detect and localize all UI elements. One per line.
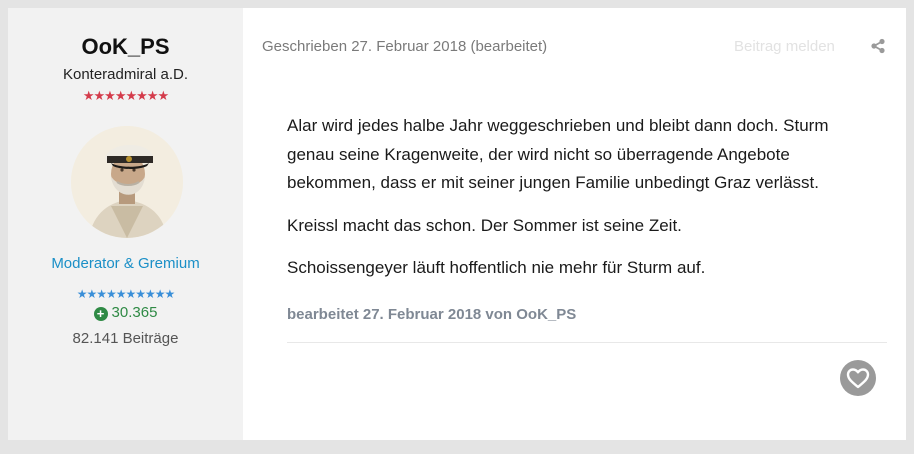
post-paragraph: Kreissl macht das schon. Der Sommer ist … [287,215,682,235]
author-username[interactable]: OoK_PS [8,34,243,60]
post-meta: Geschrieben 27. Februar 2018 (bearbeitet… [262,38,548,55]
divider [287,342,887,343]
post-paragraph: Schoissengeyer läuft hoffentlich nie meh… [287,258,706,277]
share-icon[interactable] [870,38,886,54]
heart-icon [846,368,870,389]
post-count: 82.141 Beiträge [72,330,179,347]
captain-portrait-image [71,126,183,238]
author-group: Moderator & Gremium [51,255,200,272]
author-rank-title: Konteradmiral a.D. [62,66,189,83]
plus-circle-icon: + [93,307,108,321]
avatar[interactable] [71,126,183,238]
author-panel: OoK_PS Konteradmiral a.D. ★★★★★★★★ Moder… [8,8,243,440]
group-stars: ★★★★★★★★★★ [76,287,176,301]
post-paragraph: Alar wird jedes halbe Jahr weggeschriebe… [287,116,829,192]
like-button[interactable] [840,360,876,396]
report-post-link[interactable]: Beitrag melden [734,38,835,55]
reputation-value: 30.365 [111,304,158,321]
rank-stars: ★★★★★★★★ [82,88,169,103]
post-content: Alar wird jedes halbe Jahr weggeschriebe… [287,112,877,297]
forum-post: OoK_PS Konteradmiral a.D. ★★★★★★★★ Moder… [8,8,906,440]
reputation-badge[interactable]: +30.365 [8,304,243,321]
edited-note: bearbeitet 27. Februar 2018 von OoK_PS [287,306,577,323]
